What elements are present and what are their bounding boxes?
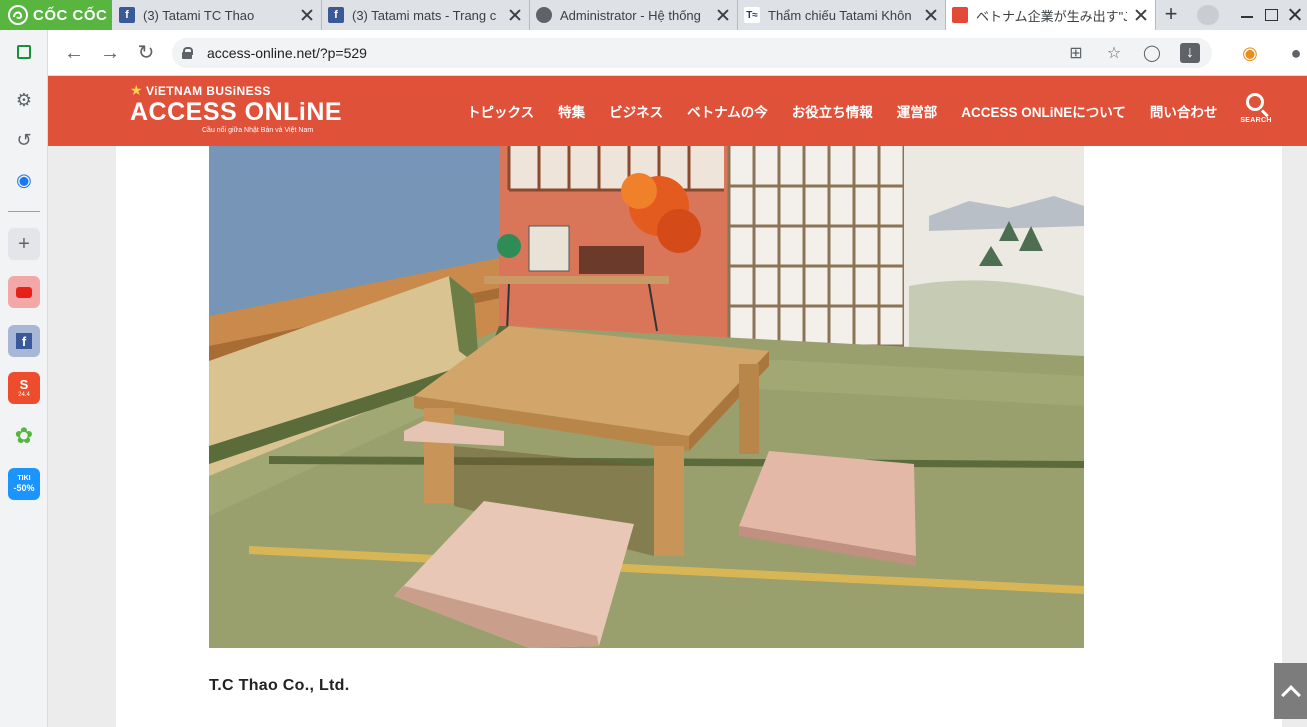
tab-title: ベトナム企業が生み出す"JA: [976, 8, 1127, 24]
photo-caption: T.C Thao Co., Ltd.: [209, 677, 350, 694]
facebook-icon: f: [119, 7, 135, 23]
site-logo[interactable]: ★ ViETNAM BUSiNESS ACCESS ONLiNE Cầu nối…: [130, 82, 342, 134]
tab-title: Thẩm chiếu Tatami Khôn: [768, 7, 912, 23]
star-icon: ★: [130, 82, 143, 98]
translate-icon[interactable]: ⊞: [1066, 43, 1086, 63]
close-icon[interactable]: [299, 7, 315, 23]
nav-about[interactable]: ACCESS ONLiNEについて: [961, 101, 1126, 121]
tatami-room-photo: [209, 146, 1084, 648]
nav-contact[interactable]: 問い合わせ: [1150, 101, 1218, 121]
shopee-badge: 24.4: [18, 391, 30, 398]
add-shortcut-icon[interactable]: +: [8, 228, 40, 260]
search-label: SEARCH: [1240, 117, 1272, 124]
shopee-icon[interactable]: S 24.4: [8, 372, 40, 404]
nav-topics[interactable]: トピックス: [467, 101, 534, 121]
tab-facebook-tatami[interactable]: f (3) Tatami TC Thao: [113, 0, 322, 30]
back-arrow-icon[interactable]: ←: [62, 41, 86, 65]
close-icon[interactable]: [923, 7, 939, 23]
coccoc-menu-button[interactable]: CỐC CỐC: [0, 0, 112, 30]
tab-facebook-tatami-mats[interactable]: f (3) Tatami mats - Trang c: [322, 0, 530, 30]
coccoc-extension-icon[interactable]: ◉: [1238, 41, 1262, 65]
tiki-badge: -50%: [13, 482, 35, 493]
maximize-icon[interactable]: [1259, 0, 1283, 30]
reading-mode-icon[interactable]: [8, 36, 40, 68]
new-tab-button[interactable]: +: [1158, 3, 1184, 27]
close-icon[interactable]: [507, 7, 523, 23]
tab-administrator[interactable]: Administrator - Hệ thống: [530, 0, 738, 30]
history-icon[interactable]: ↺: [8, 124, 40, 156]
tab-title: (3) Tatami TC Thao: [143, 7, 255, 23]
browser-sidebar: ⚙ ↺ ◉ + f S 24.4 ✿ TIKI -50%: [0, 30, 48, 727]
logo-main-text: ACCESS ONLiNE: [130, 98, 343, 126]
logo-top-text: ViETNAM BUSiNESS: [145, 83, 271, 98]
tab-title: Administrator - Hệ thống: [560, 7, 701, 23]
sidebar-divider: [8, 211, 40, 212]
facebook-icon: f: [328, 7, 344, 23]
forward-arrow-icon[interactable]: →: [98, 41, 122, 65]
nav-management[interactable]: 運営部: [897, 101, 938, 121]
site-header: ★ ViETNAM BUSiNESS ACCESS ONLiNE Cầu nối…: [48, 76, 1307, 146]
window-close-icon[interactable]: [1283, 0, 1307, 30]
url-text[interactable]: access-online.net/?p=529: [207, 45, 367, 61]
globe-icon: [536, 7, 552, 23]
main-nav: トピックス 特集 ビジネス ベトナムの今 お役立ち情報 運営部 ACCESS O…: [467, 101, 1217, 121]
coccoc-logo-icon: [8, 5, 28, 25]
bookmark-star-icon[interactable]: ☆: [1104, 43, 1124, 63]
tiki-badge-top: TIKI: [17, 474, 31, 482]
download-icon[interactable]: ↓: [1180, 43, 1200, 63]
tab-tham-chieu[interactable]: T≈ Thẩm chiếu Tatami Khôn: [738, 0, 946, 30]
coccoc-app-icon[interactable]: ✿: [8, 420, 40, 452]
shield-icon[interactable]: ◯: [1142, 43, 1162, 63]
search-icon: [1245, 93, 1264, 111]
address-bar[interactable]: access-online.net/?p=529 ⊞ ☆ ◯ ↓: [172, 38, 1212, 68]
logo-tagline: Cầu nối giữa Nhật Bản và Việt Nam: [202, 127, 314, 134]
window-controls: [1235, 0, 1307, 30]
youtube-icon[interactable]: [8, 276, 40, 308]
site-search-button[interactable]: SEARCH: [1240, 93, 1272, 133]
access-online-icon: [952, 7, 968, 23]
minimize-icon[interactable]: [1235, 0, 1259, 30]
reload-icon[interactable]: ↻: [134, 41, 158, 65]
nav-features[interactable]: 特集: [558, 101, 585, 121]
account-icon[interactable]: ●: [1284, 41, 1307, 65]
nav-useful-info[interactable]: お役立ち情報: [792, 101, 873, 121]
close-icon[interactable]: [1133, 7, 1149, 23]
settings-icon[interactable]: ⚙: [8, 84, 40, 116]
tiki-icon[interactable]: TIKI -50%: [8, 468, 40, 500]
tab-title: (3) Tatami mats - Trang c: [352, 7, 497, 23]
browser-toolbar: ← → ↻ access-online.net/?p=529 ⊞ ☆ ◯ ↓ ◉…: [48, 30, 1307, 76]
photo-illustration: [209, 146, 1084, 648]
lock-icon[interactable]: [182, 47, 193, 59]
ta-site-icon: T≈: [744, 7, 760, 23]
profile-icon[interactable]: [1197, 5, 1219, 25]
chevron-up-icon: [1280, 685, 1301, 705]
tab-strip: CỐC CỐC f (3) Tatami TC Thao f (3) Tatam…: [0, 0, 1307, 30]
messenger-icon[interactable]: ◉: [8, 164, 40, 196]
nav-business[interactable]: ビジネス: [609, 101, 663, 121]
facebook-icon[interactable]: f: [8, 325, 40, 357]
tab-access-online[interactable]: ベトナム企業が生み出す"JA: [946, 0, 1156, 30]
back-to-top-button[interactable]: [1274, 663, 1307, 719]
nav-vietnam-now[interactable]: ベトナムの今: [687, 101, 768, 121]
browser-brand-name: CỐC CỐC: [33, 6, 108, 24]
close-icon[interactable]: [715, 7, 731, 23]
